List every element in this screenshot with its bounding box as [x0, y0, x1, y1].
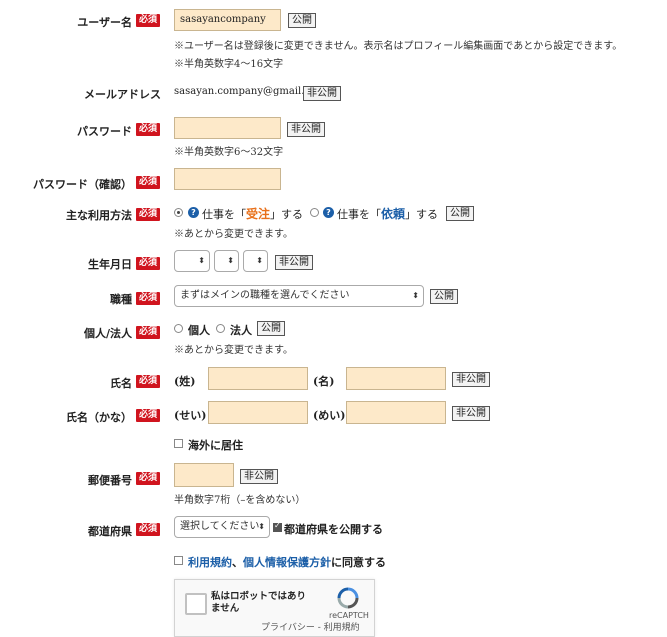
postal-input[interactable] — [174, 463, 234, 487]
username-label: ユーザー名 — [77, 16, 132, 29]
updown-arrows-icon: ⬍ — [258, 522, 265, 531]
usage-radio-order[interactable] — [174, 208, 183, 217]
password-confirm-input[interactable] — [174, 168, 281, 190]
last-name-kana-label: (せい) — [174, 409, 207, 422]
usage-option-order-pre: 仕事を「 — [202, 208, 246, 221]
prefecture-selected: 選択してください — [180, 521, 260, 532]
last-name-label: (姓) — [174, 375, 196, 388]
name-label: 氏名 — [110, 377, 132, 390]
occupation-label: 職種 — [110, 293, 132, 306]
agree-text: 利用規約、個人情報保護方針に同意する — [188, 554, 386, 570]
required-badge: 必須 — [136, 208, 161, 221]
usage-note: ※あとから変更できます。 — [174, 229, 293, 240]
required-badge: 必須 — [136, 123, 161, 136]
required-badge: 必須 — [136, 292, 161, 305]
usage-option-request-post: 」する — [405, 208, 439, 221]
prefecture-select[interactable]: 選択してください ⬍ — [174, 516, 270, 538]
username-note: ※ユーザー名は登録後に変更できません。表示名はプロフィール編集画面であとから設定… — [174, 41, 623, 52]
recaptcha-footer: プライバシー - 利用規約 — [261, 620, 360, 633]
usage-option-request[interactable]: 仕事を「依頼」する — [337, 205, 438, 222]
username-input[interactable]: sasayancompany — [174, 9, 281, 31]
usage-radio-request[interactable] — [310, 208, 319, 217]
private-badge: 非公開 — [275, 255, 313, 270]
usage-option-request-pre: 仕事を「 — [337, 208, 381, 221]
password-input[interactable] — [174, 117, 281, 139]
entity-option-corporate[interactable]: 法人 — [230, 322, 252, 338]
recaptcha-terms-link[interactable]: 利用規約 — [324, 623, 360, 633]
usage-option-request-em: 依頼 — [381, 207, 406, 221]
name-kana-label: 氏名（かな） — [66, 411, 132, 424]
agree-checkbox[interactable] — [174, 556, 183, 565]
required-badge: 必須 — [136, 375, 161, 388]
occupation-select[interactable]: まずはメインの職種を選んでください ⬍ — [174, 285, 424, 307]
postal-note: 半角数字7桁（–を含めない） — [174, 495, 306, 506]
prefecture-publish-label[interactable]: 都道府県を公開する — [284, 521, 383, 537]
public-badge: 公開 — [288, 13, 316, 28]
required-badge: 必須 — [136, 409, 161, 422]
email-label: メールアドレス — [84, 88, 161, 101]
private-badge: 非公開 — [452, 406, 490, 421]
question-circle-icon[interactable]: ? — [188, 207, 199, 218]
birth-day-select[interactable]: ⬍ — [243, 250, 268, 272]
birthday-label: 生年月日 — [88, 258, 132, 271]
birth-month-select[interactable]: ⬍ — [214, 250, 239, 272]
public-badge: 公開 — [446, 206, 474, 221]
public-badge: 公開 — [430, 289, 458, 304]
private-badge: 非公開 — [303, 86, 341, 101]
password-confirm-label: パスワード（確認） — [33, 178, 132, 191]
recaptcha-brand: reCAPTCH — [329, 611, 369, 620]
question-circle-icon[interactable]: ? — [323, 207, 334, 218]
private-badge: 非公開 — [287, 122, 325, 137]
updown-arrows-icon: ⬍ — [198, 256, 205, 265]
overseas-label[interactable]: 海外に居住 — [188, 437, 243, 453]
private-badge: 非公開 — [240, 469, 278, 484]
usage-option-order[interactable]: 仕事を「受注」する — [202, 205, 303, 222]
recaptcha-footer-dash: - — [314, 623, 324, 633]
first-name-input[interactable] — [346, 367, 446, 390]
overseas-checkbox[interactable] — [174, 439, 183, 448]
required-badge: 必須 — [136, 14, 161, 27]
username-length-note: ※半角英数字4〜16文字 — [174, 59, 284, 70]
postal-label: 郵便番号 — [88, 474, 132, 487]
privacy-policy-link[interactable]: 個人情報保護方針 — [243, 556, 331, 569]
prefecture-label: 都道府県 — [88, 525, 132, 538]
recaptcha-widget: 私はロボットではありません reCAPTCH プライバシー - 利用規約 — [174, 579, 375, 637]
updown-arrows-icon: ⬍ — [227, 256, 234, 265]
required-badge: 必須 — [136, 326, 161, 339]
public-badge: 公開 — [257, 321, 285, 336]
last-name-kana-input[interactable] — [208, 401, 308, 424]
entity-option-individual[interactable]: 個人 — [188, 322, 210, 338]
first-name-kana-input[interactable] — [346, 401, 446, 424]
birth-year-select[interactable]: ⬍ — [174, 250, 210, 272]
recaptcha-label: 私はロボットではありません — [211, 591, 307, 614]
usage-option-order-post: 」する — [270, 208, 304, 221]
occupation-selected: まずはメインの職種を選んでください — [180, 290, 350, 301]
recaptcha-checkbox[interactable] — [185, 593, 207, 615]
required-badge: 必須 — [136, 176, 161, 189]
recaptcha-privacy-link[interactable]: プライバシー — [261, 623, 315, 633]
first-name-kana-label: (めい) — [313, 409, 346, 422]
required-badge: 必須 — [136, 257, 161, 270]
private-badge: 非公開 — [452, 372, 490, 387]
updown-arrows-icon: ⬍ — [256, 256, 263, 265]
agree-separator: 、 — [232, 556, 243, 569]
required-badge: 必須 — [136, 472, 161, 485]
usage-label: 主な利用方法 — [66, 209, 132, 222]
agree-suffix: に同意する — [331, 556, 386, 569]
usage-option-order-em: 受注 — [246, 207, 271, 221]
updown-arrows-icon: ⬍ — [412, 291, 419, 300]
password-note: ※半角英数字6〜32文字 — [174, 147, 284, 158]
terms-link[interactable]: 利用規約 — [188, 556, 232, 569]
prefecture-publish-checkbox[interactable] — [273, 521, 282, 532]
password-label: パスワード — [77, 125, 132, 138]
required-badge: 必須 — [136, 523, 161, 536]
entity-note: ※あとから変更できます。 — [174, 345, 293, 356]
last-name-input[interactable] — [208, 367, 308, 390]
recaptcha-logo-icon — [337, 587, 359, 609]
entity-label: 個人/法人 — [83, 327, 132, 340]
first-name-label: (名) — [313, 375, 335, 388]
entity-radio-individual[interactable] — [174, 324, 183, 333]
entity-radio-corporate[interactable] — [216, 324, 225, 333]
